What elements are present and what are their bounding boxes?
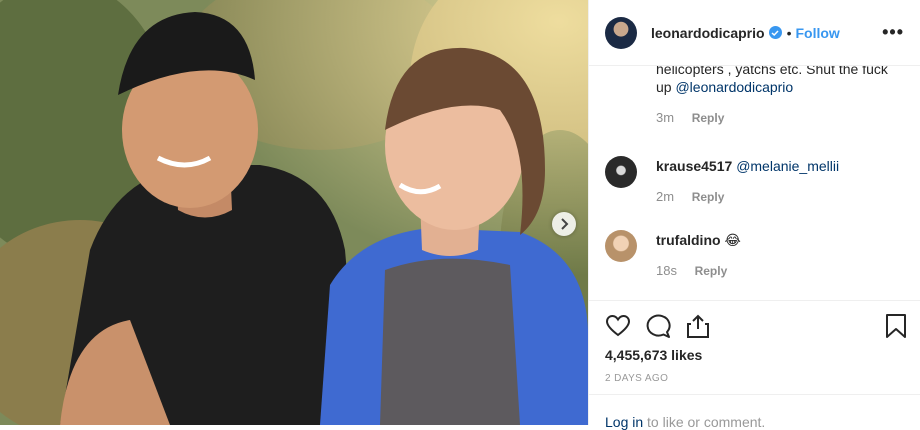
follow-button[interactable]: Follow [795, 25, 839, 41]
comment-meta: 18s Reply [656, 263, 741, 278]
comment-body: trufaldino 😂 18s Reply [656, 230, 741, 278]
chevron-right-icon [561, 218, 569, 230]
comment-item: trufaldino 😂 18s Reply [605, 230, 741, 278]
comment-time[interactable]: 2m [656, 189, 674, 204]
separator-dot: • [786, 24, 792, 41]
login-prompt: Log in to like or comment. [589, 394, 920, 430]
action-icons [605, 313, 711, 339]
photo-illustration [0, 0, 588, 425]
more-options-button[interactable]: ••• [882, 22, 904, 43]
commenter-avatar[interactable] [605, 156, 637, 188]
bookmark-icon[interactable] [884, 313, 908, 339]
comment-meta: 3m Reply [656, 110, 904, 125]
instagram-post: leonardodicaprio • Follow ••• helicopter… [0, 0, 920, 430]
comment-time[interactable]: 18s [656, 263, 677, 278]
login-link[interactable]: Log in [605, 414, 643, 430]
comment-meta: 2m Reply [656, 189, 839, 204]
commenter-username[interactable]: trufaldino [656, 232, 721, 248]
login-suffix: to like or comment. [643, 414, 766, 430]
comment-time[interactable]: 3m [656, 110, 674, 125]
reply-button[interactable]: Reply [692, 190, 725, 204]
heart-icon[interactable] [605, 313, 631, 339]
commenter-username[interactable]: krause4517 [656, 158, 732, 174]
comment-mention[interactable]: @leonardodicaprio [675, 79, 793, 95]
comment-body: krause4517 @melanie_mellii 2m Reply [656, 156, 839, 204]
post-photo[interactable] [0, 0, 588, 425]
reply-button[interactable]: Reply [695, 264, 728, 278]
comment-continuation: helicopters , yatchs etc. Shut the fuck … [656, 66, 904, 125]
reply-button[interactable]: Reply [692, 111, 725, 125]
comment-icon[interactable] [645, 313, 671, 339]
comment-mention[interactable]: @melanie_mellii [736, 158, 839, 174]
author-username[interactable]: leonardodicaprio [651, 25, 765, 41]
author-avatar[interactable] [605, 16, 637, 49]
comment-text: 😂 [724, 232, 741, 248]
comments-list[interactable]: helicopters , yatchs etc. Shut the fuck … [589, 66, 920, 300]
post-header: leonardodicaprio • Follow ••• [589, 0, 920, 66]
likes-count[interactable]: 4,455,673 likes [605, 347, 702, 363]
commenter-avatar[interactable] [605, 230, 637, 262]
comment-text: helicopters , yatchs etc. Shut the fuck … [656, 66, 888, 95]
verified-icon [768, 26, 782, 39]
post-actions: 4,455,673 likes 2 DAYS AGO [589, 300, 920, 394]
next-photo-button[interactable] [552, 212, 576, 236]
share-icon[interactable] [685, 313, 711, 339]
post-age[interactable]: 2 DAYS AGO [605, 373, 668, 384]
comment-item: krause4517 @melanie_mellii 2m Reply [605, 156, 839, 204]
post-side-panel: leonardodicaprio • Follow ••• helicopter… [588, 0, 920, 430]
